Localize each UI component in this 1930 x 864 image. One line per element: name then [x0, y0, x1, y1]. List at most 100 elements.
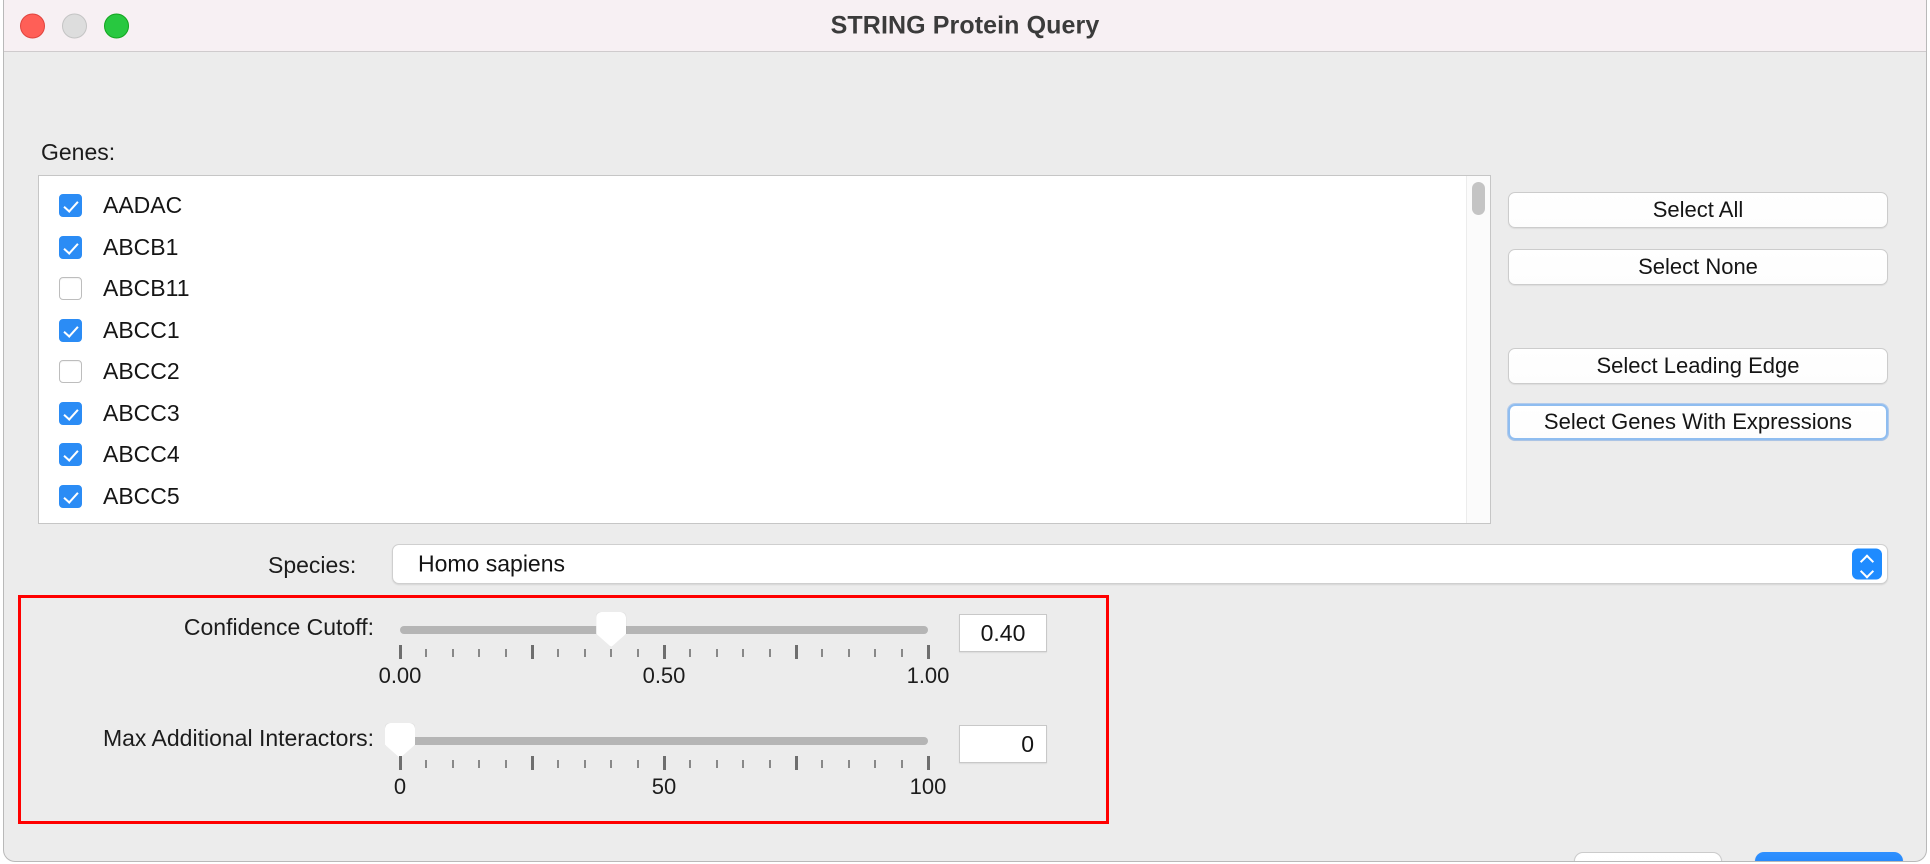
- slider-tick: [610, 649, 613, 657]
- slider-tick: [821, 760, 824, 768]
- slider-tick: [636, 649, 639, 657]
- slider-tick: [636, 760, 639, 768]
- cancel-button[interactable]: Cancel: [1574, 852, 1722, 861]
- window-title: STRING Protein Query: [830, 11, 1100, 39]
- gene-list-item[interactable]: ABCB11: [59, 268, 1465, 310]
- checkbox-checked-icon[interactable]: [59, 484, 82, 508]
- slider-tick: [689, 649, 692, 657]
- checkbox-checked-icon[interactable]: [59, 401, 82, 425]
- slider-tick: [900, 760, 903, 768]
- confidence-cutoff-value[interactable]: 0.40: [959, 614, 1047, 652]
- chevron-up-icon: [1861, 556, 1874, 563]
- checkbox-checked-icon[interactable]: [59, 235, 82, 259]
- chevron-up-down-icon[interactable]: [1852, 548, 1882, 580]
- species-value: Homo sapiens: [418, 550, 566, 577]
- dialog-body: Genes: AADAC ABCB1 ABCB11 ABCC1 ABCC2 ABCC3 AB…: [4, 52, 1926, 861]
- species-label: Species:: [268, 552, 357, 578]
- gene-name: ABCC4: [103, 441, 180, 468]
- slider-track[interactable]: [400, 626, 928, 634]
- slider-thumb[interactable]: [385, 723, 415, 758]
- gene-list-panel: AADAC ABCB1 ABCB11 ABCC1 ABCC2 ABCC3 ABCC4 ABCC…: [38, 175, 1491, 524]
- slider-tick: [531, 756, 534, 770]
- slider-tick-label: 0.00: [378, 663, 422, 688]
- select-none-button[interactable]: Select None: [1508, 249, 1888, 285]
- gene-list[interactable]: AADAC ABCB1 ABCB11 ABCC1 ABCC2 ABCC3 ABCC4 ABCC…: [39, 176, 1465, 523]
- slider-tick: [478, 649, 481, 657]
- slider-tick: [583, 760, 586, 768]
- slider-tick-label: 1.00: [906, 663, 950, 688]
- slider-thumb[interactable]: [596, 612, 627, 647]
- slider-tick: [399, 756, 402, 770]
- gene-name: ABCC3: [103, 399, 180, 426]
- select-genes-with-expressions-button[interactable]: Select Genes With Expressions: [1508, 404, 1888, 440]
- slider-ticks: [399, 645, 930, 661]
- gene-name: ABCB1: [103, 233, 179, 260]
- slider-tick: [504, 760, 507, 768]
- slider-tick-label: 0.50: [642, 663, 686, 688]
- max-additional-interactors-value[interactable]: 0: [959, 725, 1047, 763]
- slider-tick: [504, 649, 507, 657]
- slider-tick: [795, 756, 798, 770]
- slider-tick: [663, 756, 666, 770]
- slider-tick: [768, 649, 771, 657]
- slider-tick-label: 0: [393, 774, 407, 799]
- slider-tick: [768, 760, 771, 768]
- slider-tick: [847, 649, 850, 657]
- checkbox-unchecked-icon[interactable]: [59, 277, 82, 301]
- select-leading-edge-button[interactable]: Select Leading Edge: [1508, 348, 1888, 384]
- chevron-down-icon: [1861, 566, 1874, 573]
- slider-tick: [425, 760, 428, 768]
- gene-list-item[interactable]: ABCB1: [59, 227, 1465, 269]
- gene-list-scrollbar[interactable]: [1466, 176, 1490, 523]
- max-additional-interactors-label: Max Additional Interactors:: [102, 725, 374, 751]
- gene-name: ABCC1: [103, 316, 180, 343]
- slider-tick: [663, 645, 666, 659]
- slider-tick: [425, 649, 428, 657]
- gene-name: ABCB11: [103, 275, 190, 302]
- gene-list-item[interactable]: ABCC5: [59, 476, 1465, 518]
- slider-tick: [742, 760, 745, 768]
- slider-tick: [583, 649, 586, 657]
- slider-tick: [742, 649, 745, 657]
- slider-track[interactable]: [400, 737, 928, 745]
- gene-list-item[interactable]: ABCC1: [59, 310, 1465, 352]
- checkbox-checked-icon[interactable]: [59, 443, 82, 467]
- gene-list-item[interactable]: AADAC: [59, 185, 1465, 227]
- gene-name: ABCC2: [103, 358, 180, 385]
- slider-tick: [900, 649, 903, 657]
- ok-button[interactable]: OK: [1755, 852, 1903, 861]
- slider-tick: [451, 649, 454, 657]
- gene-name: AADAC: [103, 192, 183, 219]
- checkbox-checked-icon[interactable]: [59, 318, 82, 342]
- slider-tick: [557, 760, 560, 768]
- slider-tick-label: 50: [651, 774, 677, 799]
- slider-tick: [689, 760, 692, 768]
- slider-tick: [847, 760, 850, 768]
- slider-tick: [451, 760, 454, 768]
- slider-tick: [531, 645, 534, 659]
- checkbox-checked-icon[interactable]: [59, 194, 82, 218]
- scrollbar-thumb[interactable]: [1472, 182, 1485, 215]
- string-protein-query-dialog: STRING Protein Query Genes: AADAC ABCB1 AB…: [3, 0, 1927, 862]
- slider-tick: [874, 649, 877, 657]
- slider-tick: [927, 756, 930, 770]
- slider-tick: [610, 760, 613, 768]
- checkbox-unchecked-icon[interactable]: [59, 360, 82, 384]
- confidence-cutoff-label: Confidence Cutoff:: [183, 614, 374, 640]
- slider-tick: [874, 760, 877, 768]
- slider-tick: [399, 645, 402, 659]
- gene-list-item[interactable]: ABCC2: [59, 351, 1465, 393]
- slider-tick-label: 100: [909, 774, 947, 799]
- gene-name: ABCC5: [103, 482, 180, 509]
- slider-tick: [795, 645, 798, 659]
- slider-tick: [557, 649, 560, 657]
- gene-list-item[interactable]: ABCC3: [59, 393, 1465, 435]
- species-select[interactable]: Homo sapiens: [392, 544, 1888, 584]
- gene-list-item[interactable]: ABCC4: [59, 434, 1465, 476]
- genes-label: Genes:: [41, 139, 116, 165]
- slider-tick: [927, 645, 930, 659]
- slider-ticks: [399, 756, 930, 772]
- slider-tick: [821, 649, 824, 657]
- select-all-button[interactable]: Select All: [1508, 192, 1888, 228]
- title-bar: STRING Protein Query: [4, 0, 1926, 52]
